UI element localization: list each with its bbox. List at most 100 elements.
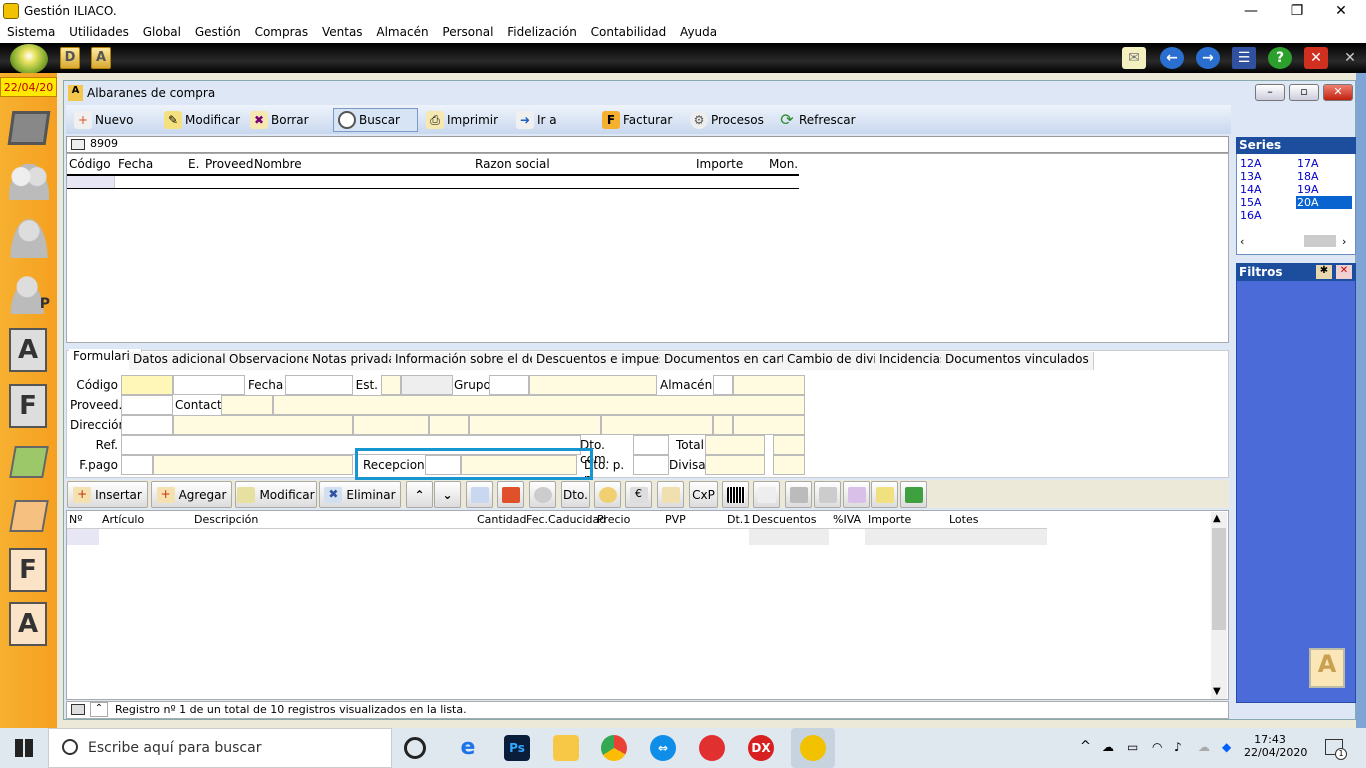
chevron-up-icon[interactable]: ^ xyxy=(1080,739,1091,754)
serie-item-selected[interactable]: 20A xyxy=(1296,196,1352,209)
divisa-field[interactable] xyxy=(705,455,765,475)
col-mon[interactable]: Mon. xyxy=(769,157,798,174)
modificar-button[interactable]: ✎ Modificar xyxy=(160,108,240,132)
menu-ventas[interactable]: Ventas xyxy=(317,22,368,39)
buscar-button[interactable]: Buscar xyxy=(333,108,418,132)
detail-row-cell[interactable] xyxy=(67,529,99,545)
scroll-thumb[interactable] xyxy=(1212,528,1226,630)
menu-contabilidad[interactable]: Contabilidad xyxy=(586,22,672,39)
scroll-left-icon[interactable]: ‹ xyxy=(1240,235,1244,248)
menu-personal[interactable]: Personal xyxy=(437,22,498,39)
col-lotes[interactable]: Lotes xyxy=(949,513,978,526)
a-orange-icon[interactable]: A xyxy=(9,602,47,646)
mail-icon[interactable]: ✉ xyxy=(1122,47,1146,69)
col-pvp[interactable]: PVP xyxy=(665,513,686,526)
film-button[interactable] xyxy=(529,481,556,508)
serie-item[interactable]: 16A xyxy=(1240,209,1262,222)
detail-lines-grid[interactable] xyxy=(66,510,1229,700)
col-codigo[interactable]: Código xyxy=(69,157,111,174)
search-input[interactable]: 8909 xyxy=(90,137,118,150)
menu-compras[interactable]: Compras xyxy=(250,22,314,39)
agregar-button[interactable]: + Agregar xyxy=(151,481,232,508)
tab-documentos-vinculados[interactable]: Documentos vinculados xyxy=(941,352,1094,370)
col-descuentos[interactable]: Descuentos xyxy=(752,513,817,526)
d-button[interactable]: D xyxy=(60,47,80,69)
iliaco-icon[interactable] xyxy=(800,735,826,761)
serie-item[interactable]: 19A xyxy=(1297,183,1319,196)
battery-icon[interactable]: ▭ xyxy=(1127,740,1138,754)
close-button[interactable]: ✕ xyxy=(1318,0,1364,22)
search-bar[interactable] xyxy=(66,136,1229,153)
serie-item[interactable]: 12A xyxy=(1240,157,1262,170)
col-importe-detail[interactable]: Importe xyxy=(868,513,911,526)
computer-icon[interactable] xyxy=(6,106,52,150)
s-tool-button[interactable] xyxy=(814,481,841,508)
modificar-detail-button[interactable]: Modificar xyxy=(235,481,317,508)
help-icon[interactable]: ? xyxy=(1268,47,1292,69)
filter-close-icon[interactable]: ✕ xyxy=(1336,265,1352,279)
user-icon[interactable] xyxy=(6,216,52,260)
fpago-field[interactable] xyxy=(121,455,153,475)
dto-com-field[interactable] xyxy=(633,435,669,455)
dx-icon[interactable]: DX xyxy=(748,735,774,761)
dropbox-icon[interactable]: ◆ xyxy=(1222,740,1231,754)
barcode-button[interactable] xyxy=(722,481,749,508)
close-app-icon[interactable]: ✕ xyxy=(1304,47,1328,69)
office-button[interactable] xyxy=(497,481,524,508)
app-red-icon[interactable] xyxy=(699,735,725,761)
edge-icon[interactable]: e xyxy=(455,735,481,761)
doc-close-button[interactable]: ✕ xyxy=(1323,84,1353,101)
menu-global[interactable]: Global xyxy=(138,22,186,39)
coins-button[interactable] xyxy=(594,481,621,508)
euro-button[interactable]: € xyxy=(625,481,652,508)
users-group-icon[interactable] xyxy=(6,160,52,204)
col-articulo[interactable]: Artículo xyxy=(102,513,144,526)
shopping-bag-green-icon[interactable] xyxy=(6,440,52,484)
col-precio[interactable]: Precio xyxy=(597,513,630,526)
chrome-icon[interactable] xyxy=(601,735,627,761)
back-arrow-icon[interactable]: ← xyxy=(1160,47,1184,69)
scroll-right-icon[interactable]: › xyxy=(1342,235,1346,248)
notes-button[interactable] xyxy=(466,481,493,508)
minimize-button[interactable]: — xyxy=(1228,0,1274,22)
menu-fidelizacion[interactable]: Fidelización xyxy=(502,22,582,39)
windows-start-icon[interactable] xyxy=(0,728,48,768)
exit-icon[interactable]: ✕ xyxy=(1338,47,1362,69)
codigo-number-field[interactable] xyxy=(173,375,245,395)
col-descripcion[interactable]: Descripción xyxy=(194,513,258,526)
serie-item[interactable]: 15A xyxy=(1240,196,1262,209)
cxp-button[interactable]: CxP xyxy=(689,481,718,508)
col-fecha[interactable]: Fecha xyxy=(118,157,153,174)
refrescar-button[interactable]: ⟳ Refrescar xyxy=(774,108,855,132)
boxes-button[interactable] xyxy=(843,481,870,508)
facturar-button[interactable]: F Facturar xyxy=(598,108,672,132)
expand-up-icon[interactable]: ⌃ xyxy=(90,702,108,717)
fecha-field[interactable] xyxy=(285,375,353,395)
a-tool-button[interactable] xyxy=(753,481,780,508)
col-fec-caducidad[interactable]: Fec.Caducidad xyxy=(526,513,606,526)
col-iva[interactable]: %IVA xyxy=(833,513,861,526)
serie-item[interactable]: 18A xyxy=(1297,170,1319,183)
restore-button[interactable]: ❐ xyxy=(1274,0,1320,22)
photoshop-icon[interactable]: Ps xyxy=(504,735,530,761)
excel-button[interactable] xyxy=(900,481,927,508)
codigo-field[interactable] xyxy=(121,375,173,395)
main-orb-button[interactable] xyxy=(10,44,48,74)
borrar-button[interactable]: ✖ Borrar xyxy=(246,108,309,132)
col-proveed[interactable]: Proveed. xyxy=(205,157,257,174)
a-button[interactable]: A xyxy=(91,47,111,69)
albaranes-list[interactable] xyxy=(66,153,1229,343)
proveed-field[interactable] xyxy=(121,395,173,415)
notification-icon[interactable]: 1 xyxy=(1325,739,1347,760)
serie-item[interactable]: 13A xyxy=(1240,170,1262,183)
forward-arrow-icon[interactable]: → xyxy=(1196,47,1220,69)
dto-pp-field[interactable] xyxy=(633,455,669,475)
insertar-button[interactable]: + Insertar xyxy=(67,481,148,508)
clock[interactable]: 17:43 22/04/2020 xyxy=(1244,733,1307,759)
procesos-button[interactable]: ⚙ Procesos xyxy=(686,108,764,132)
serie-item[interactable]: 17A xyxy=(1297,157,1319,170)
tools-button[interactable] xyxy=(785,481,812,508)
wifi-icon[interactable]: ◠ xyxy=(1152,740,1162,754)
a-letter-icon[interactable]: A xyxy=(9,328,47,372)
teamviewer-icon[interactable]: ⇔ xyxy=(650,735,676,761)
